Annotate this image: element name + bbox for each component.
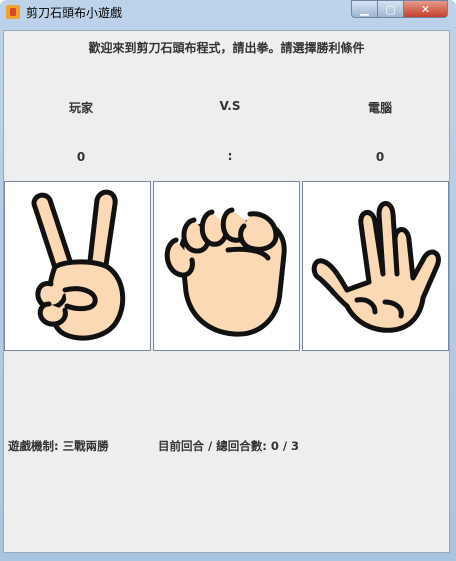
round-label: 目前回合 / 總回合數: — [158, 439, 271, 453]
score-separator: : — [227, 149, 233, 163]
rock-fist-icon — [164, 207, 287, 337]
window-controls: ▁ ▢ ✕ — [351, 0, 448, 18]
app-window: 剪刀石頭布小遊戲 ▁ ▢ ✕ 歡迎來到剪刀石頭布程式，請出拳。請選擇勝利條件 玩… — [0, 0, 456, 561]
scissors-hand-icon — [31, 189, 126, 341]
window-title: 剪刀石頭布小遊戲 — [26, 6, 123, 20]
round-counter: 目前回合 / 總回合數: 0 / 3 — [158, 438, 299, 454]
paper-button[interactable] — [302, 181, 449, 351]
round-value: 0 / 3 — [270, 439, 300, 453]
title-bar[interactable]: 剪刀石頭布小遊戲 ▁ ▢ ✕ — [0, 0, 456, 24]
game-rule-label: 遊戲機制: 三戰兩勝 — [8, 439, 109, 453]
choice-buttons — [4, 181, 449, 351]
computer-label: 電腦 — [367, 101, 392, 115]
maximize-button[interactable]: ▢ — [378, 0, 404, 18]
welcome-message: 歡迎來到剪刀石頭布程式，請出拳。請選擇勝利條件 — [88, 41, 365, 55]
minimize-button[interactable]: ▁ — [351, 0, 378, 18]
java-app-icon — [6, 5, 20, 19]
game-panel: 歡迎來到剪刀石頭布程式，請出拳。請選擇勝利條件 玩家 V.S 電腦 0 : 0 — [3, 30, 450, 553]
rock-button[interactable] — [153, 181, 300, 351]
computer-score: 0 — [375, 150, 385, 164]
vs-label: V.S — [219, 99, 241, 113]
close-button[interactable]: ✕ — [404, 0, 448, 18]
player-score: 0 — [76, 150, 86, 164]
scissors-button[interactable] — [4, 181, 151, 351]
paper-hand-icon — [311, 201, 441, 333]
player-label: 玩家 — [68, 101, 93, 115]
